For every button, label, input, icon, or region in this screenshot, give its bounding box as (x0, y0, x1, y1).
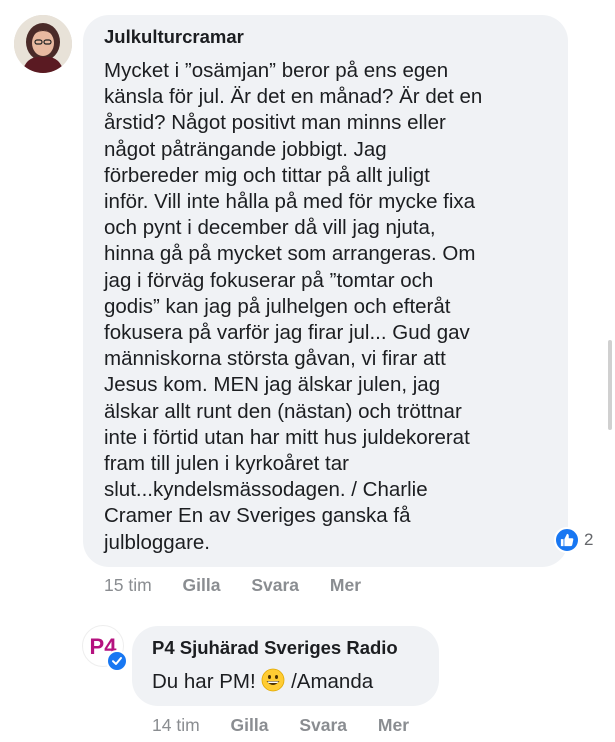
comment-author[interactable]: Julkulturcramar (104, 26, 244, 48)
reply-author[interactable]: P4 Sjuhärad Sveriges Radio (152, 637, 398, 659)
reaction-summary[interactable]: 2 (554, 527, 593, 553)
comment-text: Mycket i ”osämjan” beror på ens egen kän… (104, 59, 483, 554)
scrollbar[interactable] (608, 340, 612, 430)
comment-timestamp[interactable]: 15 tim (104, 575, 152, 595)
grinning-emoji-icon (261, 668, 285, 692)
more-button[interactable]: Mer (330, 575, 361, 595)
reaction-count: 2 (584, 530, 594, 549)
reply-like-button[interactable]: Gilla (231, 715, 269, 735)
avatar-julkulturcramar[interactable] (14, 15, 72, 73)
reply-more-button[interactable]: Mer (378, 715, 409, 735)
reply-timestamp[interactable]: 14 tim (152, 715, 200, 735)
reply-reply-button[interactable]: Svara (299, 715, 347, 735)
reply-text: Du har PM! /Amanda (152, 668, 374, 693)
verified-badge-icon (106, 650, 128, 672)
like-button[interactable]: Gilla (183, 575, 221, 595)
avatar-image (14, 15, 72, 73)
comment-actions: 15 tim Gilla Svara Mer (104, 575, 361, 596)
thumbs-up-icon (554, 527, 580, 553)
reply-button[interactable]: Svara (251, 575, 299, 595)
reply-actions: 14 tim Gilla Svara Mer (152, 715, 409, 736)
